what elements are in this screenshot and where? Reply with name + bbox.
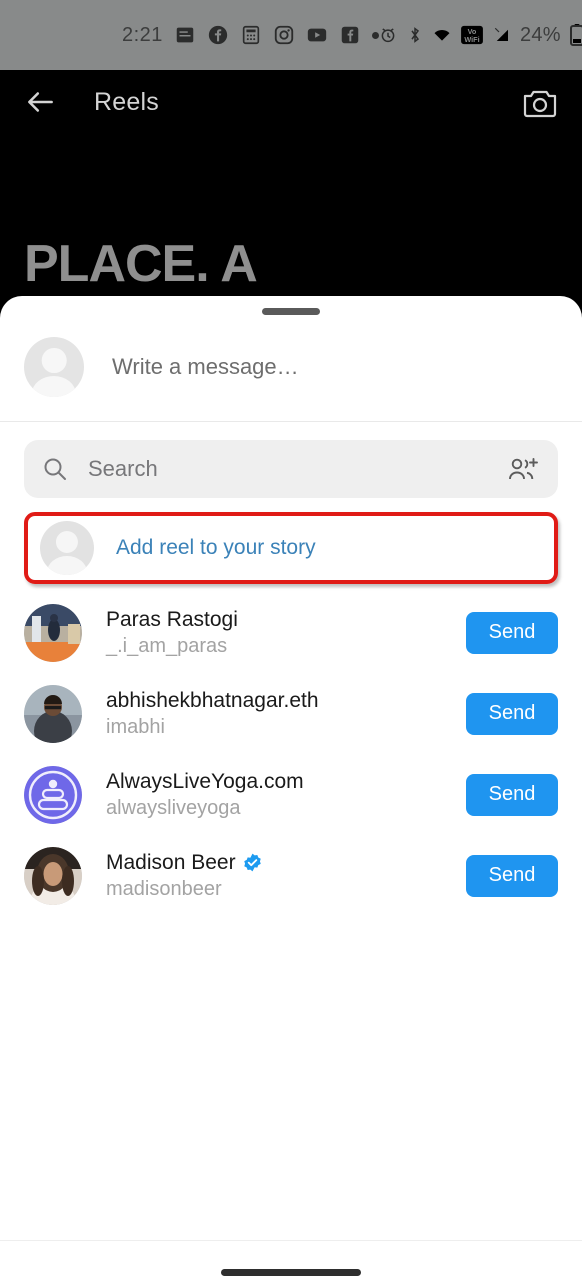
svg-text:WiFi: WiFi xyxy=(464,35,479,44)
avatar xyxy=(24,603,82,662)
send-button[interactable]: Send xyxy=(466,773,558,816)
add-people-icon[interactable] xyxy=(506,456,540,482)
battery-percent-label: 24% xyxy=(519,23,561,46)
table-row[interactable]: Paras Rastogi _.i_am_paras Send xyxy=(0,592,582,673)
status-bar-left: 2:21 xyxy=(122,24,379,47)
reel-overlay-caption: PLACE. A xyxy=(24,235,258,293)
dot-indicator-icon xyxy=(371,31,379,39)
contact-name: Paras Rastogi xyxy=(106,608,238,632)
share-bottom-sheet: Write a message… Search Add reel to your… xyxy=(0,296,582,1286)
facebook-icon xyxy=(208,25,228,45)
contact-username: madisonbeer xyxy=(106,877,222,900)
table-row[interactable]: abhishekbhatnagar.eth imabhi Send xyxy=(0,673,582,754)
battery-icon xyxy=(569,24,582,46)
search-section: Search xyxy=(0,422,582,498)
contact-name-text: Paras Rastogi xyxy=(106,607,238,631)
table-row[interactable]: Madison Beer madisonbeer Send xyxy=(0,835,582,916)
system-nav-bar xyxy=(0,1240,582,1286)
wifi-icon xyxy=(434,29,450,41)
avatar xyxy=(24,765,82,824)
contact-meta: abhishekbhatnagar.eth imabhi xyxy=(106,689,319,739)
add-to-story-section: Add reel to your story xyxy=(0,512,582,584)
send-button[interactable]: Send xyxy=(466,611,558,654)
contact-meta: Paras Rastogi _.i_am_paras xyxy=(106,608,238,658)
instagram-icon xyxy=(274,25,294,45)
status-bar: 2:21 Vo WiFi 24% xyxy=(0,0,582,70)
camera-icon[interactable] xyxy=(522,86,558,118)
contact-name-text: AlwaysLiveYoga.com xyxy=(106,769,304,793)
contact-username: _.i_am_paras xyxy=(106,634,228,657)
contact-name-text: Madison Beer xyxy=(106,850,236,874)
signal-no-sim-icon xyxy=(494,27,508,41)
current-user-avatar xyxy=(24,337,84,397)
volte-wifi-icon: Vo WiFi xyxy=(461,25,483,45)
send-button[interactable]: Send xyxy=(466,854,558,897)
calculator-icon xyxy=(242,25,260,45)
contact-meta: AlwaysLiveYoga.com alwaysliveyoga xyxy=(106,770,304,820)
status-bar-right: Vo WiFi 24% xyxy=(379,23,582,47)
verified-badge-icon xyxy=(243,853,261,872)
reels-header: Reels xyxy=(0,70,582,134)
search-icon xyxy=(44,458,66,480)
home-indicator[interactable] xyxy=(221,1269,361,1276)
contact-meta: Madison Beer madisonbeer xyxy=(106,851,262,901)
message-icon xyxy=(176,27,194,43)
alarm-icon xyxy=(381,28,395,43)
sheet-drag-handle[interactable] xyxy=(262,308,320,315)
add-reel-to-story-label: Add reel to your story xyxy=(116,536,316,559)
contact-name: abhishekbhatnagar.eth xyxy=(106,689,319,713)
add-reel-to-story-row[interactable]: Add reel to your story xyxy=(24,512,558,584)
contact-username: alwaysliveyoga xyxy=(106,796,241,819)
yoga-logo-icon xyxy=(24,765,82,824)
avatar xyxy=(24,684,82,743)
facebook-messenger-icon xyxy=(341,26,359,44)
contact-name-text: abhishekbhatnagar.eth xyxy=(106,688,319,712)
bluetooth-icon xyxy=(411,27,419,43)
contact-username: imabhi xyxy=(106,715,165,738)
write-message-row[interactable]: Write a message… xyxy=(0,315,582,421)
search-bar[interactable]: Search xyxy=(24,440,558,498)
avatar xyxy=(24,846,82,905)
page-title: Reels xyxy=(94,87,159,116)
send-button[interactable]: Send xyxy=(466,692,558,735)
write-message-input[interactable]: Write a message… xyxy=(112,354,299,380)
contact-name: AlwaysLiveYoga.com xyxy=(106,770,304,794)
youtube-icon xyxy=(307,28,327,42)
phone-screen: 2:21 Vo WiFi 24% Reels PLACE. A Write a … xyxy=(0,0,582,1286)
back-arrow-icon[interactable] xyxy=(24,85,58,119)
search-input[interactable]: Search xyxy=(88,456,158,482)
status-bar-clock: 2:21 xyxy=(122,23,163,46)
contact-list: Paras Rastogi _.i_am_paras Send abhishek… xyxy=(0,592,582,916)
contact-name: Madison Beer xyxy=(106,851,262,875)
table-row[interactable]: AlwaysLiveYoga.com alwaysliveyoga Send xyxy=(0,754,582,835)
story-avatar xyxy=(40,521,94,575)
